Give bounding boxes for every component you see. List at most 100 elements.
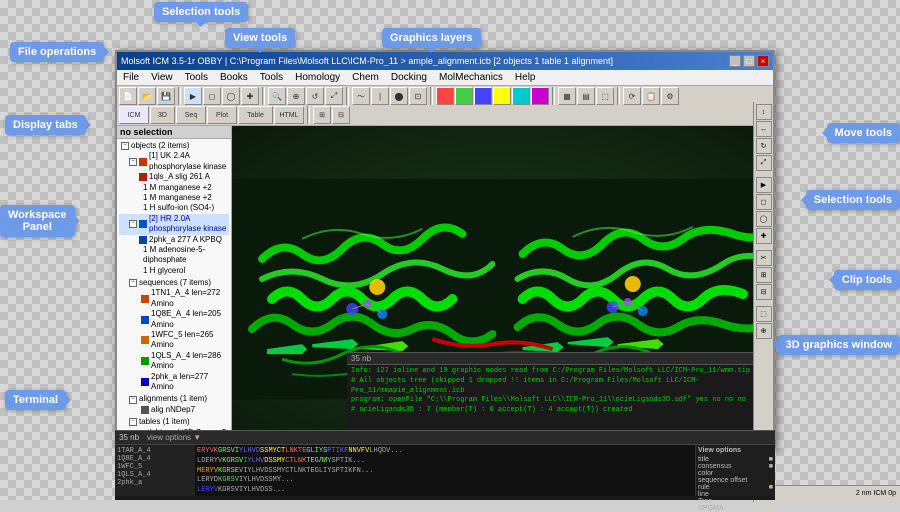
tree-item-2b[interactable]: 1 M adenosine-5-diphosphate [119, 245, 229, 266]
tb-wire[interactable]: ⊡ [409, 87, 427, 105]
menu-homology[interactable]: Homology [293, 72, 342, 83]
tree-expand-2[interactable]: − [129, 220, 137, 228]
tb-select1[interactable]: ▶ [184, 87, 202, 105]
tb-view3[interactable]: ↺ [306, 87, 324, 105]
seq-label-2: 1Q8E_A_4 len=205 Amino [151, 309, 227, 330]
tree-seq-4[interactable]: 1QLS_A_4 len=286 Amino [119, 351, 229, 372]
tree-alig-1[interactable]: alig nNDep7 [119, 405, 229, 415]
rtb-move3[interactable]: ↻ [756, 138, 772, 154]
item-label-1c: 1 M manganese +2 [143, 193, 212, 203]
rtb-sel1[interactable]: ▶ [756, 177, 772, 193]
tree-item-2[interactable]: − [2] HR 2.0A phosphorylase kinase [119, 214, 229, 235]
rtb-clip1[interactable]: ✂ [756, 250, 772, 266]
menu-books[interactable]: Books [218, 72, 250, 83]
tb-save[interactable]: 💾 [157, 87, 175, 105]
terminal-tab[interactable]: 35 nb [351, 354, 371, 363]
tree-item-2a[interactable]: 2phk_a 277 A KPBQ [119, 235, 229, 245]
tb-sep1 [178, 87, 181, 105]
menu-tools2[interactable]: Tools [258, 72, 285, 83]
tb-stick[interactable]: | [371, 87, 389, 105]
tree-item-1[interactable]: − [1] UK 2.4A phosphorylase kinase [119, 151, 229, 172]
seq-labels: 1TAR_A_4 1Q8E_A_4 1WFC_5 1QLS_A_4 2phk_a [115, 445, 195, 496]
window-controls[interactable]: _ □ × [729, 55, 769, 67]
menu-docking[interactable]: Docking [389, 72, 429, 83]
minimize-button[interactable]: _ [729, 55, 741, 67]
tb-ribbon[interactable]: 〜 [352, 87, 370, 105]
tab-seq[interactable]: Seq [176, 106, 206, 124]
menu-file[interactable]: File [121, 72, 141, 83]
tree-item-2c[interactable]: 1 H glycerol [119, 266, 229, 276]
tb-select3[interactable]: ◯ [222, 87, 240, 105]
tree-seq-5[interactable]: 2phk_a len=277 Amino [119, 372, 229, 393]
tb-color-blue[interactable] [474, 87, 492, 105]
item-label-2: [2] HR 2.0A phosphorylase kinase [149, 214, 227, 235]
rtb-sel3[interactable]: ◯ [756, 211, 772, 227]
rtb-clip3[interactable]: ⊟ [756, 284, 772, 300]
tb-layers1[interactable]: ▦ [558, 87, 576, 105]
tree-objects[interactable]: − objects (2 items) [119, 141, 229, 151]
tb-open[interactable]: 📂 [138, 87, 156, 105]
tab-html[interactable]: HTML [274, 106, 304, 124]
tree-seq-3[interactable]: 1WFC_5 len=265 Amino [119, 330, 229, 351]
menu-help[interactable]: Help [513, 72, 538, 83]
tree-seq-2[interactable]: 1Q8E_A_4 len=205 Amino [119, 309, 229, 330]
tb-select2[interactable]: ◻ [203, 87, 221, 105]
tree-expand-objects[interactable]: − [121, 142, 129, 150]
rtb-3d2[interactable]: ⊕ [756, 323, 772, 339]
tb-extra2[interactable]: ⊟ [332, 106, 350, 124]
rtb-move1[interactable]: ↕ [756, 104, 772, 120]
tb-select4[interactable]: ✚ [241, 87, 259, 105]
tree-item-1c[interactable]: 1 M manganese +2 [119, 193, 229, 203]
item-color-2a [139, 236, 147, 244]
tb-misc3[interactable]: ⚙ [661, 87, 679, 105]
callout-terminal: Terminal [5, 390, 66, 410]
tree-tables[interactable]: − tables (1 item) [119, 417, 229, 427]
tb-color-magenta[interactable] [531, 87, 549, 105]
rtb-move4[interactable]: ⤢ [756, 155, 772, 171]
tree-item-1b[interactable]: 1 M manganese +2 [119, 183, 229, 193]
tb-color-green[interactable] [455, 87, 473, 105]
tree-expand-seq[interactable]: − [129, 279, 137, 287]
tab-icm[interactable]: ICM [119, 106, 149, 124]
tab-3d[interactable]: 3D [150, 106, 175, 124]
tree-seq-1[interactable]: 1TN1_A_4 len=272 Amino [119, 288, 229, 309]
rtb-3d1[interactable]: ⬚ [756, 306, 772, 322]
tb-view2[interactable]: ⊕ [287, 87, 305, 105]
menu-tools[interactable]: Tools [183, 72, 210, 83]
menu-molmechanics[interactable]: MolMechanics [437, 72, 505, 83]
menu-chem[interactable]: Chem [350, 72, 381, 83]
rtb-move2[interactable]: ↔ [756, 121, 772, 137]
tb-new[interactable]: 📄 [119, 87, 137, 105]
tree-item-1a[interactable]: 1qls_A slig 261 A [119, 172, 229, 182]
tb-extra1[interactable]: ⊞ [313, 106, 331, 124]
close-button[interactable]: × [757, 55, 769, 67]
app-title: Molsoft ICM 3.5-1r OBBY | C:\Program Fil… [121, 56, 613, 66]
tab-plot[interactable]: Plot [207, 106, 237, 124]
tb-view4[interactable]: ⤢ [325, 87, 343, 105]
tree-sequences[interactable]: − sequences (7 items) [119, 278, 229, 288]
tb-color-yellow[interactable] [493, 87, 511, 105]
tree-item-1d[interactable]: 1 H sulfo-ion (SO4-) [119, 203, 229, 213]
tb-view1[interactable]: 🔍 [268, 87, 286, 105]
tb-color-red[interactable] [436, 87, 454, 105]
tb-layers2[interactable]: ▤ [577, 87, 595, 105]
panel-content: − objects (2 items) − [1] UK 2.4A phosph… [117, 139, 231, 450]
seq-tab-options[interactable]: view options ▼ [147, 433, 201, 442]
tb-spacefill[interactable]: ⬤ [390, 87, 408, 105]
rtb-sel2[interactable]: ◻ [756, 194, 772, 210]
tb-color-cyan[interactable] [512, 87, 530, 105]
seq-tab-main[interactable]: 35 nb [119, 433, 139, 442]
tree-expand-1[interactable]: − [129, 158, 137, 166]
tree-expand-table[interactable]: − [129, 418, 137, 426]
tree-expand-alig[interactable]: − [129, 396, 137, 404]
menu-view[interactable]: View [149, 72, 175, 83]
tab-table[interactable]: Table [238, 106, 273, 124]
maximize-button[interactable]: □ [743, 55, 755, 67]
tree-alignments[interactable]: − alignments (1 item) [119, 394, 229, 404]
tb-misc1[interactable]: ⟳ [623, 87, 641, 105]
rtb-sel4[interactable]: ✚ [756, 228, 772, 244]
tb-misc2[interactable]: 📋 [642, 87, 660, 105]
viewport-3d[interactable]: 35 nb Info: 127 ioline and 19 graphic no… [232, 126, 773, 452]
rtb-clip2[interactable]: ⊞ [756, 267, 772, 283]
tb-layers3[interactable]: ⬚ [596, 87, 614, 105]
